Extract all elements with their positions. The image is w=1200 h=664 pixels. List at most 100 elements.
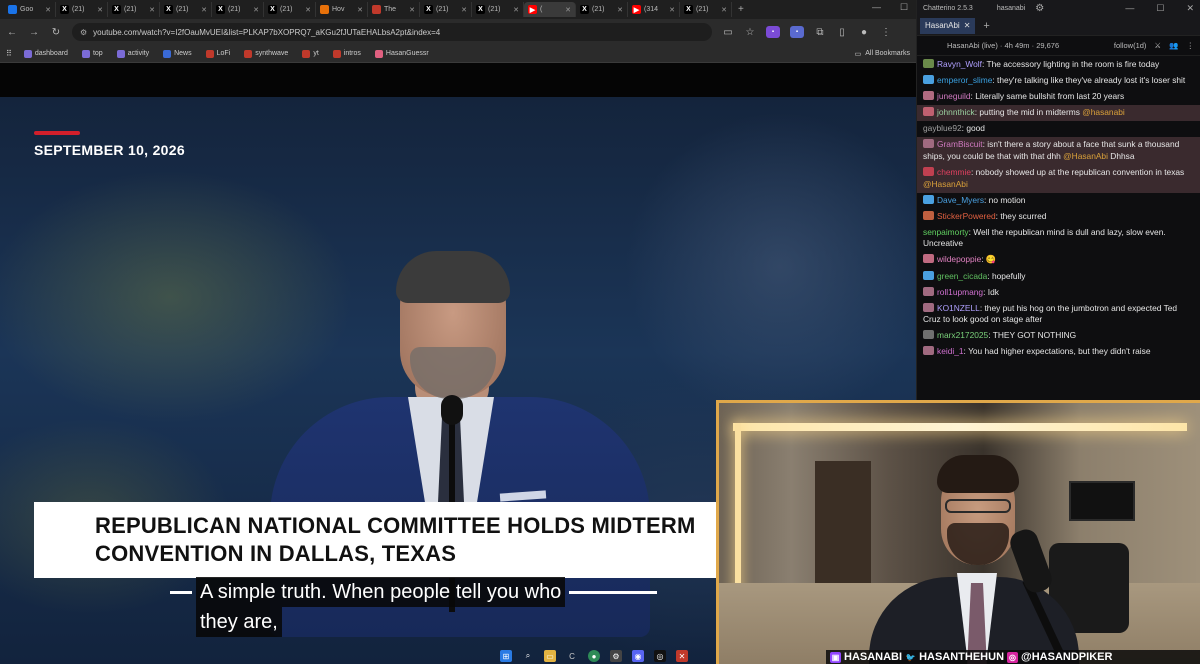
bookmark-item[interactable]: yt [302,49,319,58]
close-icon[interactable]: ✕ [461,6,467,14]
chat-username[interactable]: emperor_slime [937,75,992,85]
chat-username[interactable]: StickerPowered [937,211,996,221]
close-icon[interactable]: ✕ [97,6,103,14]
chat-username[interactable]: roll1upmang [937,287,983,297]
chat-username[interactable]: Ravyn_Wolf [937,59,982,69]
close-app-icon[interactable]: ✕ [676,650,688,662]
gear-icon[interactable]: ⚙ [1035,3,1044,14]
bookmark-item[interactable]: synthwave [244,49,288,58]
chat-username[interactable]: senpaimorty [923,227,969,237]
chat-username[interactable]: johnnthick [937,107,975,117]
bookmark-item[interactable]: HasanGuessr [374,49,429,58]
all-bookmarks-button[interactable]: ▭ All Bookmarks [855,50,910,58]
browser-tab[interactable]: X (21) ✕ [264,2,316,17]
chat-mention[interactable]: @HasanAbi [1063,151,1108,161]
menu-kebab-icon[interactable]: ⋮ [880,27,892,38]
x-icon: X [216,5,225,14]
mod-tools-icon[interactable]: ⚔ [1154,41,1161,50]
extension-icon[interactable]: ▪ [790,26,804,38]
chat-username[interactable]: Dave_Myers [937,195,984,205]
add-tab-button[interactable]: + [983,20,989,32]
browser-tab[interactable]: X (21) ✕ [472,2,524,17]
bookmark-star-icon[interactable]: ☆ [744,27,756,38]
maximize-icon[interactable]: ☐ [1156,3,1164,14]
chat-username[interactable]: juneguild [937,91,971,101]
close-icon[interactable]: ✕ [409,6,415,14]
twitch-icon: ▣ [830,651,841,663]
settings-icon[interactable]: ⚙ [610,650,622,662]
bookmark-item[interactable]: News [163,49,192,58]
bookmark-favicon-icon [116,49,125,58]
chat-mention[interactable]: @HasanAbi [923,179,968,189]
close-icon[interactable]: ✕ [721,6,727,14]
chat-username[interactable]: chemmie [937,167,971,177]
close-icon[interactable]: ✕ [617,6,623,14]
chrome-icon[interactable]: ● [588,650,600,662]
file-explorer-icon[interactable]: ▭ [544,650,556,662]
back-icon[interactable]: ← [6,27,18,38]
windows-start-icon[interactable]: ⊞ [500,650,512,662]
browser-tab[interactable]: The ✕ [368,2,420,17]
chat-mention[interactable]: @hasanabi [1082,107,1125,117]
extensions-puzzle-icon[interactable]: ⧉ [814,27,826,38]
close-icon[interactable]: ✕ [305,6,311,14]
close-icon[interactable]: ✕ [253,6,259,14]
close-icon[interactable]: ✕ [513,6,519,14]
close-icon[interactable]: ✕ [669,6,675,14]
menu-kebab-icon[interactable]: ⋮ [1187,41,1195,50]
close-icon[interactable]: ✕ [149,6,155,14]
close-icon[interactable]: ✕ [357,6,363,14]
user-badge-icon [923,210,934,220]
close-icon[interactable]: ✕ [201,6,207,14]
apps-grid-icon[interactable]: ⠿ [6,49,12,58]
app-c-icon[interactable]: C [566,650,578,662]
close-icon[interactable]: ✕ [964,21,971,30]
browser-tab[interactable]: X (21) ✕ [160,2,212,17]
viewers-icon[interactable]: 👥 [1169,41,1178,50]
obs-icon[interactable]: ◎ [654,650,666,662]
address-bar[interactable]: ⚙ youtube.com/watch?v=I2fOauMvUEI&list=P… [72,23,712,41]
minimize-icon[interactable]: — [872,2,881,12]
bookmark-item[interactable]: top [81,49,103,58]
browser-tab[interactable]: X (21) ✕ [56,2,108,17]
bookmark-item[interactable]: dashboard [23,49,68,58]
bookmark-item[interactable]: LoFi [205,49,230,58]
chat-username[interactable]: GramBiscuit [937,139,983,149]
cast-icon[interactable]: ▭ [722,27,734,38]
user-badge-icon [923,107,934,117]
chat-username[interactable]: wildepoppie [937,254,981,264]
bookmark-item[interactable]: intros [332,49,361,58]
browser-tab[interactable]: X (21) ✕ [576,2,628,17]
browser-tab[interactable]: X (21) ✕ [420,2,472,17]
profile-avatar-icon[interactable]: ● [858,27,870,38]
minimize-icon[interactable]: — [1125,3,1134,14]
bookmark-item[interactable]: activity [116,49,149,58]
chat-username[interactable]: keidi_1 [937,346,964,356]
close-icon[interactable]: ✕ [45,6,51,14]
discord-icon[interactable]: ◉ [632,650,644,662]
forward-icon[interactable]: → [28,27,40,38]
reload-icon[interactable]: ↻ [50,27,62,38]
chat-text: Dhhsa [1107,150,1135,161]
sidebar-icon[interactable]: ▯ [836,27,848,38]
new-tab-button[interactable]: + [738,4,744,15]
chat-username[interactable]: gayblue92 [923,123,962,133]
browser-tab[interactable]: Hov ✕ [316,2,368,17]
browser-tab[interactable]: X (21) ✕ [680,2,732,17]
browser-tab[interactable]: X (21) ✕ [108,2,160,17]
close-icon[interactable]: ✕ [565,6,571,14]
chat-username[interactable]: marx2172025 [937,330,988,340]
chat-username[interactable]: green_cicada [937,271,987,281]
browser-tab[interactable]: Goo ✕ [4,2,56,17]
tab-hasanabi[interactable]: HasanAbi ✕ [920,17,976,34]
account-name[interactable]: hasanabi [997,5,1025,12]
search-icon[interactable]: ⌕ [522,650,534,662]
browser-tab[interactable]: X (21) ✕ [212,2,264,17]
close-icon[interactable]: ✕ [1186,3,1194,14]
chat-username[interactable]: KO1NZELL [937,303,980,313]
browser-tab[interactable]: ▶(✕ [524,2,576,17]
site-info-icon[interactable]: ⚙ [80,28,87,37]
extension-icon[interactable]: ▪ [766,26,780,38]
browser-tab[interactable]: ▶ (314 ✕ [628,2,680,17]
maximize-icon[interactable]: ☐ [900,2,908,13]
